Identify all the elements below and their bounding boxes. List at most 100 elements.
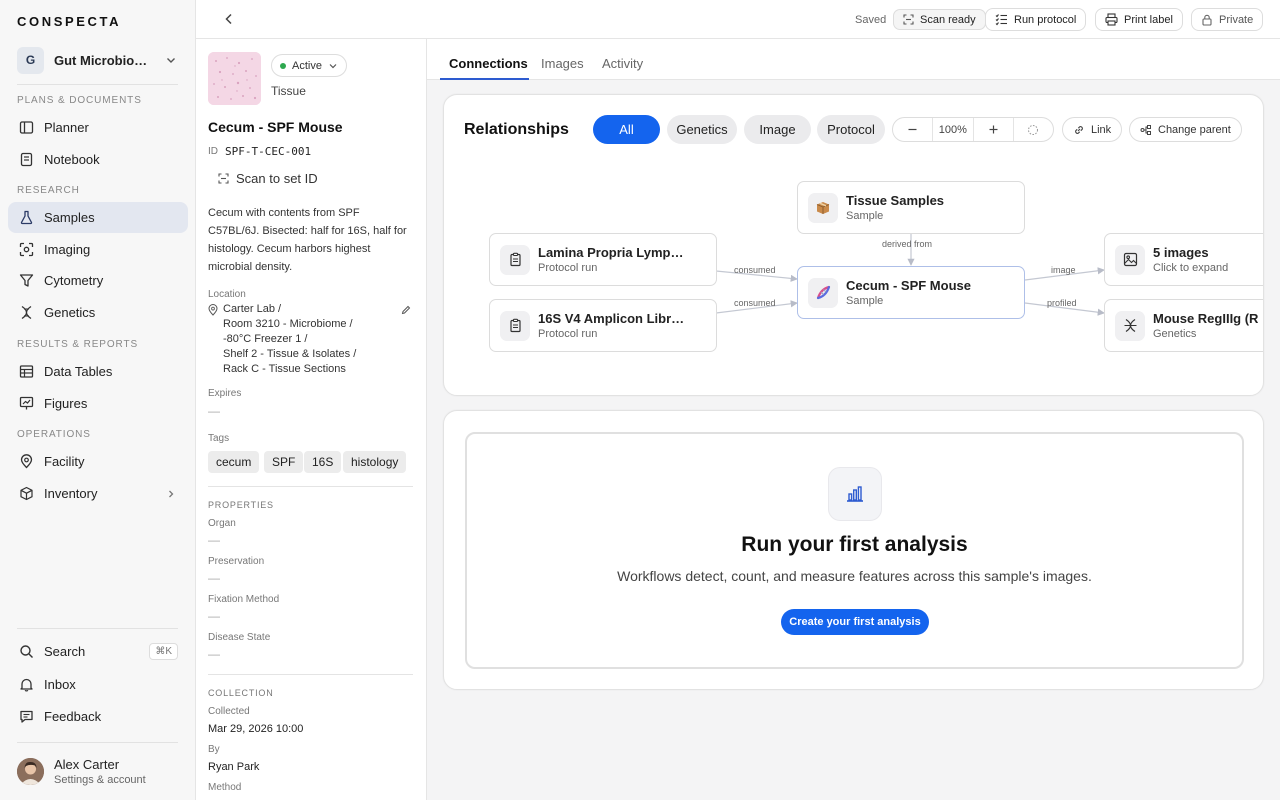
sidebar-item-label: Figures — [44, 396, 88, 411]
node-cecum-spf-mouse[interactable]: Cecum - SPF Mouse Sample — [797, 266, 1025, 319]
clipboard-icon — [500, 244, 530, 275]
sample-title: Cecum - SPF Mouse — [208, 119, 343, 135]
analysis-card: Run your first analysis Workflows detect… — [443, 410, 1264, 690]
bell-icon — [18, 677, 34, 693]
bar-chart-icon — [828, 467, 882, 521]
run-protocol-label: Run protocol — [1014, 13, 1077, 26]
pencil-icon[interactable] — [401, 305, 411, 315]
flask-icon — [18, 210, 34, 226]
sidebar-item-search[interactable]: Search ⌘K — [8, 636, 188, 667]
tab-activity[interactable]: Activity — [602, 56, 643, 71]
clipboard-icon — [500, 310, 530, 341]
workspace-switcher[interactable]: G Gut Microbiome Lab — [17, 46, 179, 74]
columns-icon — [18, 120, 34, 136]
properties-heading: PROPERTIES — [208, 500, 274, 510]
printer-icon — [1105, 13, 1118, 26]
organ-value[interactable]: — — [208, 533, 220, 547]
preservation-label: Preservation — [208, 556, 265, 567]
disease-state-label: Disease State — [208, 632, 271, 643]
preservation-value[interactable]: — — [208, 571, 220, 585]
main-content: Connections Images Activity Relationship… — [427, 39, 1280, 800]
location-segment: Rack C - Tissue Sections — [223, 363, 346, 375]
workspace-badge: G — [17, 46, 44, 74]
tab-images[interactable]: Images — [541, 56, 584, 71]
sidebar-item-inbox[interactable]: Inbox — [8, 669, 188, 700]
node-title: 16S V4 Amplicon Library Prep — [538, 311, 686, 326]
tag[interactable]: cecum — [208, 451, 260, 473]
method-label: Method — [208, 782, 242, 793]
node-title: Lamina Propria Lymphocyte Isolation — [538, 245, 686, 260]
node-tissue-samples[interactable]: Tissue Samples Sample — [797, 181, 1025, 234]
analysis-empty-state: Run your first analysis Workflows detect… — [465, 432, 1244, 669]
node-mouse-regiiig[interactable]: Mouse RegIIIg (R Genetics — [1104, 299, 1263, 352]
user-account[interactable]: Alex Carter Settings & account — [17, 757, 146, 786]
sample-type: Tissue — [271, 84, 306, 98]
funnel-icon — [18, 273, 34, 289]
scan-ready-button[interactable]: Scan ready — [893, 9, 986, 30]
sidebar-item-cytometry[interactable]: Cytometry — [8, 265, 188, 296]
analysis-title: Run your first analysis — [741, 533, 968, 556]
sidebar-item-figures[interactable]: Figures — [8, 388, 188, 419]
sidebar-item-label: Search — [44, 644, 86, 659]
node-title: Tissue Samples — [846, 193, 945, 208]
print-label-button[interactable]: Print label — [1095, 8, 1183, 31]
location-path[interactable]: Carter Lab / Room 3210 - Microbiome / -8… — [223, 302, 356, 377]
run-protocol-button[interactable]: Run protocol — [985, 8, 1087, 31]
id-label: ID — [208, 146, 218, 157]
sample-detail-panel: Active Tissue Cecum - SPF Mouse ID SPF-T… — [196, 39, 427, 800]
scan-icon — [903, 14, 914, 25]
expires-label: Expires — [208, 388, 242, 399]
edge-label: consumed — [734, 298, 776, 308]
sidebar-item-notebook[interactable]: Notebook — [8, 144, 188, 175]
sidebar-item-facility[interactable]: Facility — [8, 446, 188, 477]
sidebar-item-label: Notebook — [44, 152, 100, 167]
scan-to-set-id-button[interactable]: Scan to set ID — [218, 171, 318, 186]
search-shortcut: ⌘K — [149, 643, 178, 660]
create-first-analysis-button[interactable]: Create your first analysis — [781, 609, 929, 635]
node-lamina-propria[interactable]: Lamina Propria Lymphocyte Isolation Proto… — [489, 233, 717, 286]
sidebar-item-imaging[interactable]: Imaging — [8, 234, 188, 265]
sidebar-item-genetics[interactable]: Genetics — [8, 297, 188, 328]
status-dropdown[interactable]: Active — [271, 54, 347, 77]
box-icon — [18, 486, 34, 502]
location-segment: Carter Lab / — [223, 303, 282, 315]
topbar: Saved Scan ready Run protocol Print labe… — [196, 0, 1280, 39]
relationships-card: Relationships All Genetics Image Protoco… — [443, 94, 1264, 396]
divider — [17, 628, 178, 629]
node-title: Cecum - SPF Mouse — [846, 278, 971, 293]
lock-icon — [1202, 14, 1212, 26]
sidebar-item-planner[interactable]: Planner — [8, 112, 188, 143]
tag[interactable]: 16S — [304, 451, 342, 473]
location-segment: -80°C Freezer 1 / — [223, 333, 308, 345]
fixation-method-value[interactable]: — — [208, 609, 220, 623]
image-icon — [1115, 244, 1145, 275]
section-research: RESEARCH — [17, 185, 80, 196]
scan-icon — [218, 173, 229, 184]
sidebar-item-inventory[interactable]: Inventory — [8, 478, 188, 509]
avatar — [17, 758, 44, 785]
edge-label: profiled — [1047, 298, 1077, 308]
location-pin-icon — [18, 454, 34, 470]
tag[interactable]: SPF — [264, 451, 304, 473]
visibility-private-button[interactable]: Private — [1191, 8, 1264, 31]
sidebar: CONSPECTA G Gut Microbiome Lab PLANS & D… — [0, 0, 196, 800]
sample-thumbnail[interactable] — [208, 52, 261, 105]
node-16s-amplicon[interactable]: 16S V4 Amplicon Library Prep Protocol run — [489, 299, 717, 352]
package-icon — [808, 192, 838, 223]
sidebar-item-samples[interactable]: Samples — [8, 202, 188, 233]
dna-icon — [18, 305, 34, 321]
sidebar-item-label: Cytometry — [44, 273, 104, 288]
back-chevron-icon[interactable] — [222, 12, 236, 26]
app-logo: CONSPECTA — [17, 14, 122, 29]
sidebar-item-data-tables[interactable]: Data Tables — [8, 356, 188, 387]
node-images[interactable]: 5 images Click to expand — [1104, 233, 1263, 286]
sidebar-item-label: Inventory — [44, 486, 98, 501]
sidebar-item-label: Genetics — [44, 305, 96, 320]
tag[interactable]: histology — [343, 451, 407, 473]
active-tab-indicator — [440, 78, 529, 80]
sidebar-item-feedback[interactable]: Feedback — [8, 701, 188, 732]
disease-state-value[interactable]: — — [208, 647, 220, 661]
tab-connections[interactable]: Connections — [449, 56, 528, 71]
section-plans: PLANS & DOCUMENTS — [17, 95, 142, 106]
organ-label: Organ — [208, 518, 236, 529]
